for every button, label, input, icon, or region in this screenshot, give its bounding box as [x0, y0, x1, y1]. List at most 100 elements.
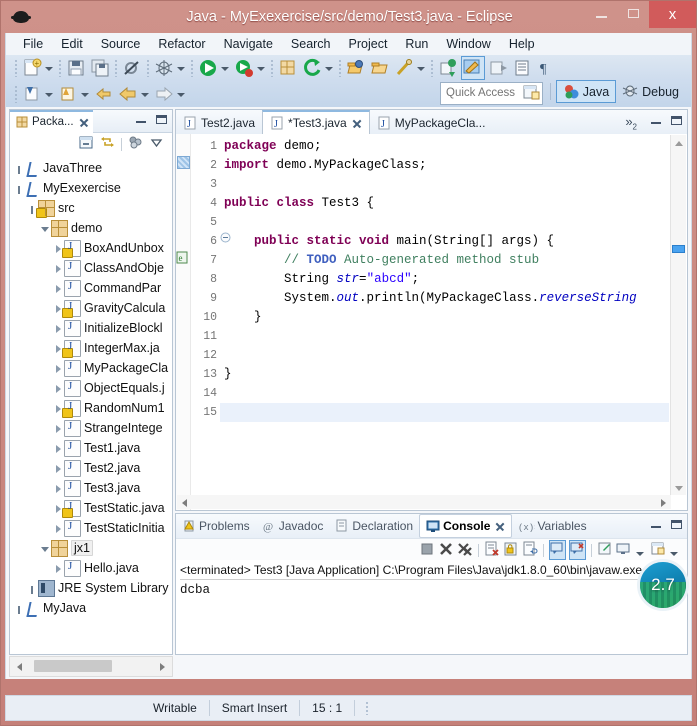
editor-tab-test2[interactable]: J Test2.java [176, 112, 262, 134]
twisty-collapsed-icon[interactable] [53, 423, 64, 434]
tree-item[interactable]: TestStaticInitia [10, 518, 172, 538]
overlay-badge[interactable]: 2.7 [637, 559, 689, 611]
tab-problems[interactable]: Problems [176, 515, 256, 537]
editor-tab-test3[interactable]: J *Test3.java [262, 110, 370, 134]
view-dropdown-icon[interactable] [149, 135, 164, 153]
twisty-plus-icon[interactable] [14, 183, 25, 194]
display-selected-dropdown-icon[interactable] [635, 543, 644, 557]
tree-item[interactable]: IntegerMax.ja [10, 338, 172, 358]
maximize-button[interactable] [617, 1, 649, 25]
back-history-dropdown-icon[interactable] [140, 84, 149, 104]
run-coverage-dropdown-icon[interactable] [256, 58, 265, 78]
menu-item-source[interactable]: Source [92, 35, 150, 53]
twisty-collapsed-icon[interactable] [53, 443, 64, 454]
run-icon[interactable] [197, 57, 219, 79]
menu-item-search[interactable]: Search [282, 35, 340, 53]
twisty-collapsed-icon[interactable] [53, 463, 64, 474]
package-explorer-tree[interactable]: JavaThree MyExexercise src demo BoxAndUnbox C… [10, 155, 172, 654]
new-wizard-dropdown-icon[interactable] [44, 58, 53, 78]
tree-item[interactable]: MyPackageCla [10, 358, 172, 378]
editor-tab-mypackageclass[interactable]: J MyPackageCla... [370, 112, 493, 134]
run-coverage-icon[interactable] [233, 57, 255, 79]
tab-console[interactable]: Console [419, 514, 513, 538]
tree-item[interactable]: MyExexercise [10, 178, 172, 198]
twisty-collapsed-icon[interactable] [53, 323, 64, 334]
editor-tab-overflow[interactable]: »2 [625, 114, 637, 132]
twisty-collapsed-icon[interactable] [53, 523, 64, 534]
lock-scroll-icon[interactable] [503, 541, 519, 560]
toolbar-drag-handle-2[interactable] [14, 85, 18, 103]
toolbar-group-divider[interactable] [270, 59, 274, 77]
scroll-right-icon[interactable] [156, 659, 170, 673]
pin-console-icon[interactable] [597, 541, 613, 560]
open-console-icon[interactable] [650, 541, 666, 560]
scrollbar-thumb[interactable] [34, 660, 112, 672]
skip-breakpoints-icon[interactable] [121, 57, 143, 79]
previous-annotation-icon[interactable] [511, 57, 533, 79]
debug-icon[interactable] [153, 57, 175, 79]
menu-item-project[interactable]: Project [340, 35, 397, 53]
remove-all-terminated-icon[interactable] [457, 541, 473, 560]
tab-variables[interactable]: (x)= Variables [512, 515, 592, 537]
menu-item-navigate[interactable]: Navigate [215, 35, 282, 53]
twisty-expanded-icon[interactable] [40, 223, 51, 234]
terminate-icon[interactable] [419, 541, 435, 560]
open-type-icon[interactable] [345, 57, 367, 79]
twisty-collapsed-icon[interactable] [53, 283, 64, 294]
display-selected-console-icon[interactable] [616, 541, 632, 560]
save-all-icon[interactable] [89, 57, 111, 79]
scroll-left-icon[interactable] [12, 659, 26, 673]
code-text[interactable]: package demo; import demo.MyPackageClass;… [224, 137, 669, 496]
tree-item[interactable]: JRE System Library [ [10, 578, 172, 598]
show-whitespace-icon[interactable]: ¶ [535, 57, 557, 79]
code-editor[interactable]: e 1 2 3 4 5 6 7 8 9 10 11 12 13 14 15 package demo; imp… [176, 134, 687, 510]
menu-item-edit[interactable]: Edit [52, 35, 92, 53]
status-drag-handle[interactable] [365, 701, 370, 715]
twisty-plus-icon[interactable] [14, 603, 25, 614]
perspective-debug-button[interactable]: Debug [616, 81, 685, 102]
previous-edit-icon[interactable] [93, 83, 115, 105]
new-wizard-icon[interactable]: + [21, 57, 43, 79]
close-icon[interactable] [78, 117, 89, 128]
toggle-mark-occurrences-icon[interactable] [461, 56, 485, 80]
tree-item[interactable]: MyJava [10, 598, 172, 618]
twisty-expanded-icon[interactable] [40, 543, 51, 554]
tree-item[interactable]: BoxAndUnbox [10, 238, 172, 258]
scroll-up-icon[interactable] [671, 135, 686, 150]
external-tools-icon[interactable] [301, 57, 323, 79]
forward-history-dropdown-icon[interactable] [176, 84, 185, 104]
collapse-all-icon[interactable] [79, 135, 94, 153]
tree-item[interactable]: Hello.java [10, 558, 172, 578]
back-dropdown-icon[interactable] [44, 84, 53, 104]
menu-item-window[interactable]: Window [437, 35, 499, 53]
tree-item[interactable]: Test2.java [10, 458, 172, 478]
perspective-java-button[interactable]: Java [555, 80, 617, 103]
tree-item[interactable]: JavaThree [10, 158, 172, 178]
back-icon[interactable] [21, 83, 43, 105]
quick-assist-icon[interactable]: e [176, 251, 189, 267]
twisty-collapsed-icon[interactable] [53, 363, 64, 374]
link-with-editor-icon[interactable] [100, 135, 115, 153]
word-wrap-icon[interactable] [522, 541, 538, 560]
twisty-plus-icon[interactable] [14, 163, 25, 174]
tab-declaration[interactable]: Declaration [329, 515, 419, 537]
editor-gutter[interactable]: e [176, 134, 191, 510]
show-console-on-output-icon[interactable] [549, 540, 566, 560]
scroll-left-icon[interactable] [177, 495, 191, 509]
toolbar-group-divider[interactable] [190, 59, 194, 77]
back-history-icon[interactable] [117, 83, 139, 105]
package-explorer-horizontal-scrollbar[interactable] [9, 656, 173, 677]
close-button[interactable]: x [649, 1, 696, 28]
tree-item[interactable]: InitializeBlockl [10, 318, 172, 338]
forward-dropdown-icon[interactable] [80, 84, 89, 104]
maximize-icon[interactable] [155, 114, 168, 126]
console-output[interactable]: <terminated> Test3 [Java Application] C:… [176, 560, 687, 654]
search-icon[interactable] [393, 57, 415, 79]
tree-item[interactable]: ObjectEquals.j [10, 378, 172, 398]
tree-item[interactable]: CommandPar [10, 278, 172, 298]
tree-item[interactable]: Test1.java [10, 438, 172, 458]
twisty-collapsed-icon[interactable] [53, 263, 64, 274]
minimize-icon[interactable] [650, 115, 663, 127]
toolbar-group-divider[interactable] [338, 59, 342, 77]
tree-item[interactable]: demo [10, 218, 172, 238]
